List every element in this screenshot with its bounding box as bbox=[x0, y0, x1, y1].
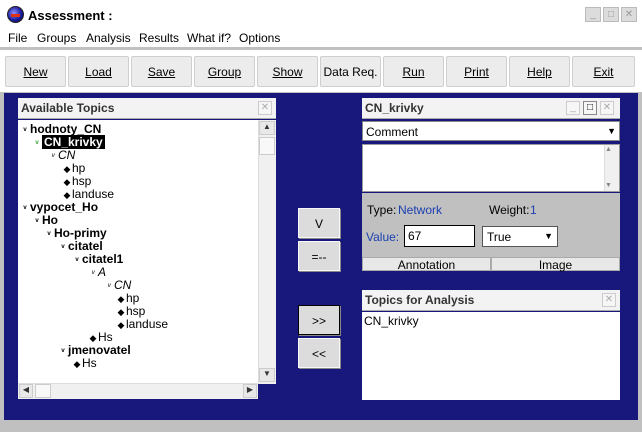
chevron-down-icon[interactable]: ᵛ bbox=[44, 228, 54, 241]
minimize-button[interactable]: _ bbox=[585, 7, 601, 22]
help-button[interactable]: Help bbox=[509, 56, 570, 87]
detail-close-icon[interactable]: ✕ bbox=[600, 101, 614, 115]
menu-options[interactable]: Options bbox=[239, 31, 280, 45]
tree-leaf[interactable]: ◆ landuse bbox=[116, 318, 169, 332]
chevron-down-icon[interactable]: ᵛ bbox=[20, 202, 30, 215]
data-req-button[interactable]: Data Req. bbox=[320, 56, 381, 87]
tab-annotation[interactable]: Annotation bbox=[362, 257, 491, 272]
topics-for-analysis-list[interactable]: CN_krivky bbox=[362, 312, 620, 400]
scroll-thumb[interactable] bbox=[259, 137, 275, 155]
scroll-up-icon[interactable]: ▲ bbox=[605, 146, 612, 153]
diamond-icon: ◆ bbox=[117, 320, 125, 330]
new-button[interactable]: New bbox=[5, 56, 66, 87]
tree-horizontal-scrollbar[interactable] bbox=[18, 383, 258, 399]
chevron-down-icon[interactable]: ᵛ bbox=[20, 124, 30, 137]
menu-file[interactable]: File bbox=[8, 31, 27, 45]
menu-analysis[interactable]: Analysis bbox=[86, 31, 131, 45]
topics-tree[interactable]: ᵛ hodnoty_CN ᵛ CN_krivky ᵛ CN ◆ hp ◆ hsp ◆ lan… bbox=[18, 120, 258, 385]
remove-topic-button[interactable]: << bbox=[298, 338, 340, 368]
scroll-left-icon[interactable]: ◀ bbox=[19, 384, 33, 398]
comment-textarea[interactable] bbox=[362, 144, 620, 192]
save-button[interactable]: Save bbox=[131, 56, 192, 87]
close-button[interactable]: ✕ bbox=[621, 7, 637, 22]
chevron-down-icon[interactable]: ᵛ bbox=[58, 345, 68, 358]
chevron-down-icon[interactable]: ᵛ bbox=[48, 150, 58, 163]
or-operator-button[interactable]: V bbox=[298, 208, 340, 238]
window-title: Assessment : bbox=[28, 8, 113, 23]
topics-for-analysis-title: Topics for Analysis bbox=[365, 293, 475, 307]
show-button[interactable]: Show bbox=[257, 56, 318, 87]
close-icon[interactable]: ✕ bbox=[258, 101, 272, 115]
tree-node[interactable]: ᵛA bbox=[88, 266, 106, 280]
diamond-icon: ◆ bbox=[73, 359, 81, 369]
chevron-down-icon[interactable]: ▼ bbox=[544, 231, 553, 241]
load-button[interactable]: Load bbox=[68, 56, 129, 87]
print-button[interactable]: Print bbox=[446, 56, 507, 87]
chevron-down-icon[interactable]: ▼ bbox=[607, 126, 616, 136]
bool-select[interactable]: True ▼ bbox=[482, 226, 558, 247]
add-topic-button[interactable]: >> bbox=[298, 305, 340, 335]
available-topics-title: Available Topics bbox=[21, 101, 115, 115]
app-globe-icon[interactable] bbox=[7, 6, 24, 23]
chevron-down-icon[interactable]: ᵛ bbox=[58, 241, 68, 254]
weight-value: 1 bbox=[530, 203, 537, 217]
exit-button[interactable]: Exit bbox=[572, 56, 635, 87]
comment-select[interactable]: Comment ▼ bbox=[362, 121, 620, 141]
scroll-right-icon[interactable]: ▶ bbox=[243, 384, 257, 398]
value-label: Value: bbox=[366, 230, 400, 244]
tree-leaf[interactable]: ◆ Hs bbox=[72, 357, 97, 371]
menu-what-if[interactable]: What if? bbox=[187, 31, 231, 45]
detail-maximize-button[interactable]: □ bbox=[583, 101, 597, 115]
menu-groups[interactable]: Groups bbox=[37, 31, 76, 45]
type-value: Network bbox=[398, 203, 443, 217]
scroll-down-icon[interactable]: ▼ bbox=[605, 182, 612, 189]
list-item[interactable]: CN_krivky bbox=[364, 314, 419, 328]
chevron-down-icon[interactable]: ᵛ bbox=[72, 254, 82, 267]
run-button[interactable]: Run bbox=[383, 56, 444, 87]
chevron-down-icon[interactable]: ᵛ bbox=[32, 215, 42, 228]
tree-vertical-scrollbar[interactable] bbox=[258, 120, 276, 384]
chevron-down-icon[interactable]: ᵛ bbox=[104, 280, 114, 293]
equals-operator-button[interactable]: =-- bbox=[298, 241, 340, 271]
detail-title: CN_krivky bbox=[365, 101, 424, 115]
topics-for-analysis-header: Topics for Analysis bbox=[362, 290, 620, 311]
value-input[interactable]: 67 bbox=[404, 225, 475, 247]
maximize-button[interactable]: □ bbox=[603, 7, 619, 22]
detail-minimize-button[interactable]: _ bbox=[566, 101, 580, 115]
detail-header: CN_krivky bbox=[362, 98, 620, 119]
type-label: Type: bbox=[367, 203, 397, 217]
chevron-down-icon[interactable]: ᵛ bbox=[32, 137, 42, 150]
available-topics-header: Available Topics bbox=[18, 98, 276, 119]
hscroll-thumb[interactable] bbox=[35, 384, 51, 398]
close-icon[interactable]: ✕ bbox=[602, 293, 616, 307]
group-button[interactable]: Group bbox=[194, 56, 255, 87]
tree-node[interactable]: ᵛ vypocet_Ho bbox=[20, 201, 98, 215]
scroll-up-icon[interactable]: ▲ bbox=[259, 121, 275, 135]
tab-image[interactable]: Image bbox=[491, 257, 620, 272]
weight-label: Weight: bbox=[489, 203, 530, 217]
chevron-down-icon[interactable]: ᵛ bbox=[88, 267, 98, 280]
scroll-down-icon[interactable]: ▼ bbox=[259, 368, 275, 382]
menu-results[interactable]: Results bbox=[139, 31, 179, 45]
